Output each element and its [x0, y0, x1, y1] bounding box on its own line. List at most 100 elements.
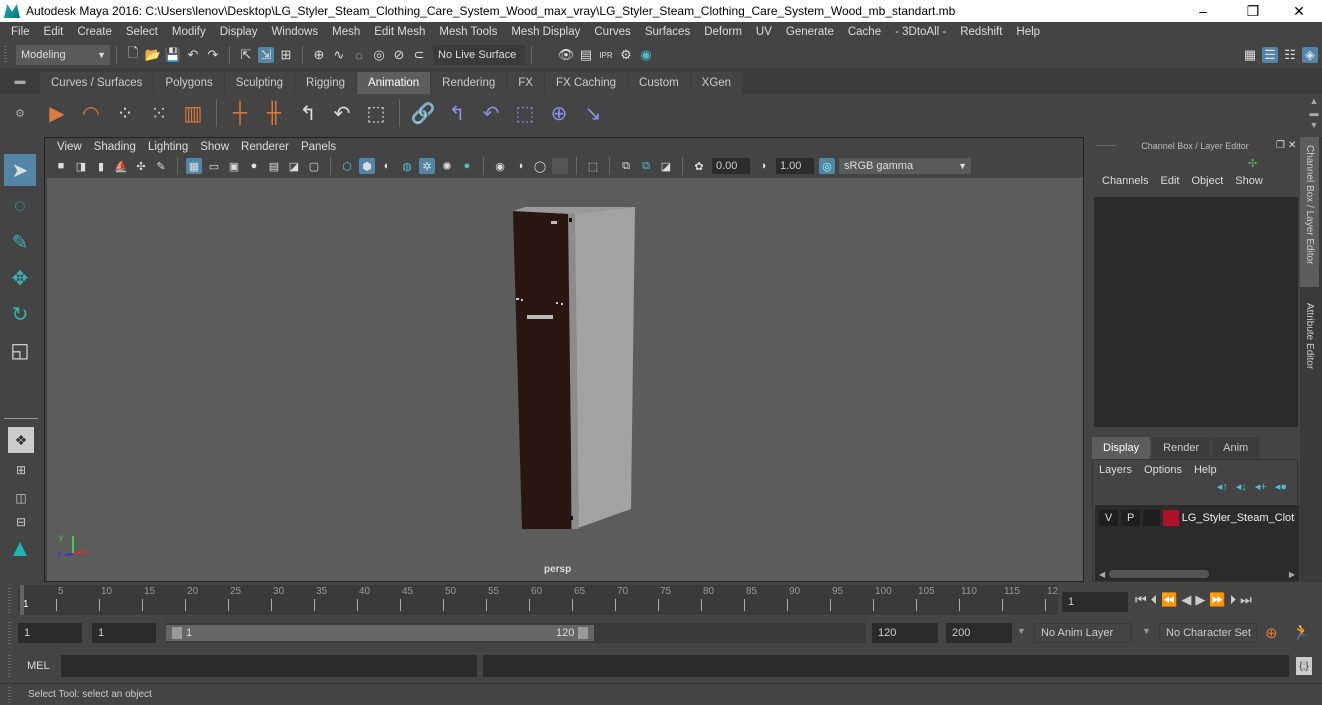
2d-pan-zoom-icon[interactable]: ✣	[133, 158, 149, 174]
render-frame-icon[interactable]: ▤	[578, 47, 594, 63]
film-gate-icon[interactable]: ▭	[206, 158, 222, 174]
step-back-key-icon[interactable]: ⏪	[1161, 592, 1177, 608]
vp-menu-renderer[interactable]: Renderer	[235, 141, 295, 153]
cb-menu-edit[interactable]: Edit	[1154, 175, 1185, 187]
safe-title-icon[interactable]: ▢	[306, 158, 322, 174]
motion-blur-icon[interactable]: ◑	[512, 158, 528, 174]
tab-fx-caching[interactable]: FX Caching	[544, 72, 628, 94]
channel-box-toggle-icon[interactable]: ◈	[1302, 47, 1318, 63]
tool-settings-icon[interactable]: ☷	[1282, 47, 1298, 63]
tab-render[interactable]: Render	[1152, 437, 1211, 459]
range-end-handle[interactable]	[578, 627, 588, 639]
undo-icon[interactable]: ↶	[185, 47, 201, 63]
drag-handle[interactable]	[8, 687, 11, 703]
gate-mask-icon[interactable]: ●	[246, 158, 262, 174]
close-button[interactable]: ✕	[1276, 0, 1322, 22]
scale-constraint-icon[interactable]: ⬚	[511, 99, 539, 127]
paint-select-tool-icon[interactable]: ✎	[4, 226, 36, 258]
set-key-icon[interactable]: ⁘	[111, 99, 139, 127]
layer-menu-options[interactable]: Options	[1144, 464, 1194, 476]
character-set-dropdown[interactable]: No Character Set	[1159, 623, 1257, 643]
drag-handle[interactable]	[8, 655, 11, 677]
maya-home-icon[interactable]: ▲	[4, 533, 36, 565]
field-chart-icon[interactable]: ▤	[266, 158, 282, 174]
drag-handle[interactable]	[4, 46, 7, 64]
layer-visibility-toggle[interactable]: V	[1099, 510, 1119, 526]
shadows-icon[interactable]: ●	[459, 158, 475, 174]
xray-joints-icon[interactable]: ⧉	[638, 158, 654, 174]
attribute-editor-toggle-icon[interactable]: ☰	[1262, 47, 1278, 63]
live-surface-field[interactable]: No Live Surface	[433, 45, 525, 65]
vp-menu-panels[interactable]: Panels	[295, 141, 342, 153]
drag-handle[interactable]	[8, 588, 11, 614]
safe-action-icon[interactable]: ◪	[286, 158, 302, 174]
use-default-material-icon[interactable]: ◐	[379, 158, 395, 174]
command-language-toggle[interactable]: MEL	[27, 660, 50, 672]
time-slider[interactable]: 1 5 10 15 20 25 30 35 40 45 50 55 60 65 70 75 80 85 90 95 1…	[18, 585, 1058, 615]
tab-animation[interactable]: Animation	[357, 72, 431, 94]
menu-mesh-display[interactable]: Mesh Display	[504, 26, 587, 38]
layer-horizontal-scrollbar[interactable]: ◀ ▶	[1099, 569, 1295, 579]
menu-redshift[interactable]: Redshift	[953, 26, 1009, 38]
layer-playback-toggle[interactable]: P	[1121, 510, 1141, 526]
aim-constraint-icon[interactable]: ⊕	[545, 99, 573, 127]
render-view-icon[interactable]: 👁	[558, 47, 575, 63]
chevron-down-icon[interactable]: ▼	[1142, 626, 1151, 636]
save-scene-icon[interactable]: 💾	[165, 47, 181, 63]
scroll-right-icon[interactable]: ▶	[1289, 570, 1295, 579]
menu-curves[interactable]: Curves	[587, 26, 637, 38]
menu-help[interactable]: Help	[1009, 26, 1047, 38]
menu-generate[interactable]: Generate	[779, 26, 841, 38]
float-panel-icon[interactable]: ❐	[1276, 140, 1285, 151]
wireframe-on-shaded-icon[interactable]: ◍	[399, 158, 415, 174]
lg-styler-model[interactable]	[47, 178, 1083, 581]
four-view-layout-icon[interactable]: ⊞	[8, 457, 34, 483]
drag-handle[interactable]	[1096, 145, 1116, 147]
grid-toggle-icon[interactable]: ▦	[186, 158, 202, 174]
layer-menu-help[interactable]: Help	[1194, 464, 1217, 476]
new-layer-selected-icon[interactable]: ◂●	[1275, 480, 1287, 493]
move-layer-down-icon[interactable]: ◂↓	[1236, 480, 1247, 493]
tab-custom[interactable]: Custom	[628, 72, 690, 94]
range-slider[interactable]: 1 120	[166, 625, 594, 641]
two-view-layout-icon[interactable]: ⊟	[8, 513, 34, 531]
ipr-render-icon[interactable]: IPR	[598, 47, 614, 63]
tab-xgen[interactable]: XGen	[690, 72, 743, 94]
single-view-layout-icon[interactable]: ❖	[8, 427, 34, 453]
vp-menu-lighting[interactable]: Lighting	[142, 141, 194, 153]
channel-list[interactable]	[1094, 197, 1298, 427]
playblast-icon[interactable]: ▶	[43, 99, 71, 127]
screen-space-ao-icon[interactable]: ◉	[492, 158, 508, 174]
snap-view-plane-icon[interactable]: ◎	[371, 47, 387, 63]
animation-end-field[interactable]: 200	[946, 623, 1012, 643]
scale-tool-icon[interactable]: ◱	[4, 334, 36, 366]
move-layer-up-icon[interactable]: ◂↑	[1217, 480, 1228, 493]
tab-anim[interactable]: Anim	[1212, 437, 1260, 459]
lasso-tool-icon[interactable]: ◌	[4, 190, 36, 222]
script-editor-icon[interactable]: {;}	[1296, 657, 1312, 675]
exposure-field[interactable]: 0.00	[712, 158, 750, 174]
range-start-handle[interactable]	[172, 627, 182, 639]
camera-attributes-icon[interactable]: ◨	[73, 158, 89, 174]
ik-spline-icon[interactable]: ↶	[328, 99, 356, 127]
create-joint-icon[interactable]: ┼	[226, 99, 254, 127]
vp-menu-view[interactable]: View	[51, 141, 88, 153]
color-space-dropdown[interactable]: sRGB gamma ▼	[839, 158, 971, 174]
menu-uv[interactable]: UV	[749, 26, 779, 38]
pole-vector-icon[interactable]: ↘	[579, 99, 607, 127]
camera-icon[interactable]: ■	[53, 158, 69, 174]
play-backwards-icon[interactable]: ◀	[1181, 592, 1191, 608]
tab-attribute-editor[interactable]: Attribute Editor	[1300, 295, 1319, 395]
isolate-select-icon[interactable]: ⬚	[585, 158, 601, 174]
gamma-field[interactable]: 1.00	[776, 158, 814, 174]
resolution-gate-icon[interactable]: ▣	[226, 158, 242, 174]
animation-start-field[interactable]: 1	[18, 623, 82, 643]
maximize-button[interactable]: ❐	[1230, 0, 1276, 22]
redo-icon[interactable]: ↷	[205, 47, 221, 63]
perspective-viewport[interactable]: y x z persp	[47, 178, 1083, 581]
new-layer-icon[interactable]: ◂+	[1255, 480, 1267, 493]
layer-menu-layers[interactable]: Layers	[1099, 464, 1144, 476]
menuset-dropdown[interactable]: Modeling ▼	[16, 45, 110, 65]
menu-select[interactable]: Select	[119, 26, 165, 38]
select-object-icon[interactable]: ⇲	[258, 47, 274, 63]
